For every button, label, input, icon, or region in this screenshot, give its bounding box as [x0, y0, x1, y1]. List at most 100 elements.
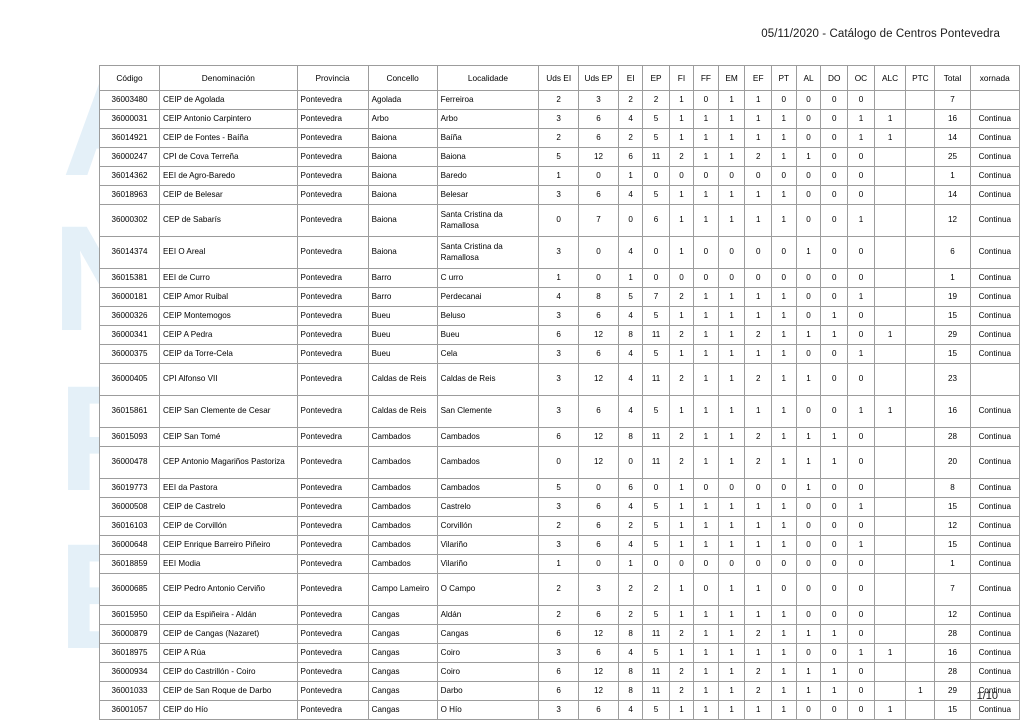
cell-uds-ei: 4: [539, 288, 579, 306]
cell-alc: [874, 447, 906, 478]
cell-codigo: 36000934: [100, 663, 160, 681]
cell-ep: 5: [643, 110, 669, 128]
cell-do: 0: [821, 91, 848, 109]
table-row: 36000031 CEIP Antonio Carpintero Pontevedr…: [100, 110, 1019, 128]
cell-uds-ep: 12: [579, 625, 618, 643]
cell-total: 15: [935, 701, 970, 719]
cell-uds-ep: 12: [579, 148, 618, 166]
cell-concello: Baiona: [368, 167, 437, 185]
cell-codigo: 36000247: [100, 148, 160, 166]
table-row: 36001033 CEIP de San Roque de Darbo Pontev…: [100, 682, 1019, 700]
column-header-concello: Concello: [368, 66, 437, 90]
cell-al: 0: [796, 269, 821, 287]
cell-do: 1: [821, 625, 848, 643]
cell-uds-ep: 6: [579, 606, 618, 624]
cell-ef: 2: [745, 364, 771, 395]
cell-al: 0: [796, 129, 821, 147]
cell-total: 25: [935, 148, 970, 166]
cell-ei: 8: [618, 682, 643, 700]
column-header-al: AL: [796, 66, 821, 90]
cell-fi: 2: [669, 288, 694, 306]
table-row: 36000247 CPI de Cova Terreña Pontevedra Bai…: [100, 148, 1019, 166]
cell-oc: 1: [848, 536, 874, 554]
cell-denominacion: CEIP San Tomé: [160, 428, 297, 446]
cell-alc: 1: [874, 326, 906, 344]
cell-provincia: Pontevedra: [297, 364, 368, 395]
cell-fi: 1: [669, 110, 694, 128]
cell-xornada: Continua: [970, 428, 1019, 446]
cell-pt: 1: [771, 110, 796, 128]
cell-xornada: Continua: [970, 555, 1019, 573]
cell-uds-ep: 12: [579, 364, 618, 395]
cell-ef: 0: [745, 237, 771, 268]
cell-codigo: 36000181: [100, 288, 160, 306]
cell-uds-ei: 1: [539, 167, 579, 185]
cell-uds-ep: 7: [579, 205, 618, 236]
column-header-oc: OC: [848, 66, 874, 90]
cell-codigo: 36018859: [100, 555, 160, 573]
cell-ff: 0: [694, 479, 718, 497]
cell-alc: [874, 364, 906, 395]
cell-ptc: 1: [906, 682, 935, 700]
cell-do: 0: [821, 536, 848, 554]
cell-denominacion: CEIP de Cangas (Nazaret): [160, 625, 297, 643]
cell-do: 0: [821, 517, 848, 535]
cell-localidade: Vilariño: [437, 536, 539, 554]
cell-ptc: [906, 364, 935, 395]
cell-total: 15: [935, 498, 970, 516]
cell-codigo: 36014374: [100, 237, 160, 268]
cell-al: 1: [796, 663, 821, 681]
cell-ff: 1: [694, 345, 718, 363]
cell-al: 0: [796, 110, 821, 128]
cell-total: 6: [935, 237, 970, 268]
cell-codigo: 36014362: [100, 167, 160, 185]
cell-em: 1: [718, 91, 745, 109]
cell-localidade: Caldas de Reis: [437, 364, 539, 395]
cell-codigo: 36000879: [100, 625, 160, 643]
cell-concello: Cambados: [368, 447, 437, 478]
cell-ep: 0: [643, 237, 669, 268]
cell-do: 0: [821, 148, 848, 166]
cell-concello: Caldas de Reis: [368, 396, 437, 427]
cell-provincia: Pontevedra: [297, 555, 368, 573]
cell-do: 0: [821, 574, 848, 605]
cell-xornada: Continua: [970, 345, 1019, 363]
cell-uds-ep: 0: [579, 237, 618, 268]
cell-oc: 0: [848, 91, 874, 109]
cell-codigo: 36015093: [100, 428, 160, 446]
cell-denominacion: CEIP de Belesar: [160, 186, 297, 204]
cell-pt: 1: [771, 682, 796, 700]
cell-ef: 2: [745, 326, 771, 344]
cell-concello: Baiona: [368, 129, 437, 147]
cell-em: 1: [718, 428, 745, 446]
cell-pt: 1: [771, 186, 796, 204]
cell-do: 0: [821, 364, 848, 395]
cell-total: 8: [935, 479, 970, 497]
cell-al: 0: [796, 345, 821, 363]
cell-provincia: Pontevedra: [297, 574, 368, 605]
cell-ef: 0: [745, 479, 771, 497]
cell-codigo: 36000478: [100, 447, 160, 478]
cell-oc: 0: [848, 428, 874, 446]
cell-provincia: Pontevedra: [297, 517, 368, 535]
cell-ptc: [906, 237, 935, 268]
cell-localidade: Castrelo: [437, 498, 539, 516]
table-row: 36015861 CEIP San Clemente de Cesar Pontev…: [100, 396, 1019, 427]
cell-concello: Campo Lameiro: [368, 574, 437, 605]
cell-alc: [874, 517, 906, 535]
cell-fi: 1: [669, 701, 694, 719]
table-row: 36000879 CEIP de Cangas (Nazaret) Ponteved…: [100, 625, 1019, 643]
table-row: 36000685 CEIP Pedro Antonio Cerviño Pontev…: [100, 574, 1019, 605]
cell-ff: 1: [694, 644, 718, 662]
cell-localidade: Baíña: [437, 129, 539, 147]
table-row: 36000648 CEIP Enrique Barreiro Piñeiro Pon…: [100, 536, 1019, 554]
cell-ptc: [906, 129, 935, 147]
cell-em: 1: [718, 396, 745, 427]
cell-provincia: Pontevedra: [297, 345, 368, 363]
cell-denominacion: CEIP Amor Ruibal: [160, 288, 297, 306]
cell-alc: [874, 479, 906, 497]
table-row: 36000302 CEP de Sabarís Pontevedra Baiona Sa…: [100, 205, 1019, 236]
cell-denominacion: CEP de Sabarís: [160, 205, 297, 236]
cell-ep: 5: [643, 536, 669, 554]
cell-uds-ep: 3: [579, 574, 618, 605]
